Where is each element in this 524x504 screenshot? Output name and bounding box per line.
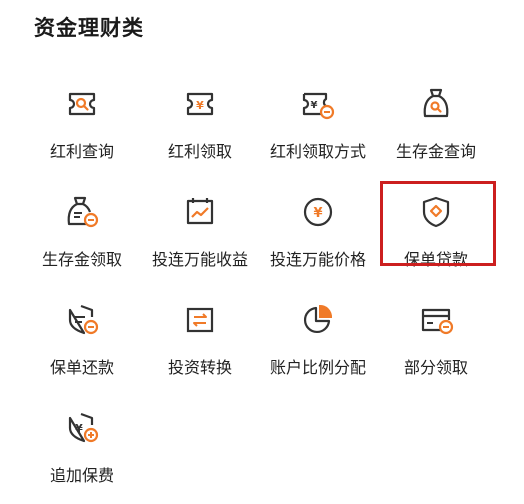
policy-repayment-icon bbox=[62, 300, 102, 340]
bonus-claim-icon: ¥ bbox=[180, 84, 220, 124]
investment-switch-icon bbox=[180, 300, 220, 340]
menu-item-label: 生存金查询 bbox=[395, 142, 476, 161]
survival-fund-query-icon bbox=[416, 84, 456, 124]
bonus-claim-method-icon: ¥ bbox=[298, 84, 338, 124]
menu-item-label: 部分领取 bbox=[403, 358, 468, 377]
menu-item-bonus-claim-method[interactable]: ¥ 红利领取方式 bbox=[259, 84, 377, 180]
partial-withdrawal-icon bbox=[416, 300, 456, 340]
menu-item-label: 生存金领取 bbox=[41, 250, 122, 269]
menu-item-label: 账户比例分配 bbox=[269, 358, 366, 377]
menu-item-label: 投连万能收益 bbox=[151, 250, 248, 269]
svg-text:¥: ¥ bbox=[313, 206, 322, 221]
menu-item-survival-fund-claim[interactable]: 生存金领取 bbox=[23, 192, 141, 288]
investment-price-icon: ¥ bbox=[298, 192, 338, 232]
menu-item-bonus-claim[interactable]: ¥ 红利领取 bbox=[141, 84, 259, 180]
investment-yield-icon bbox=[180, 192, 220, 232]
selection-highlight-box bbox=[380, 181, 496, 266]
svg-text:¥: ¥ bbox=[75, 422, 83, 435]
menu-item-label: 追加保费 bbox=[49, 466, 114, 485]
menu-item-label: 投连万能价格 bbox=[269, 250, 366, 269]
menu-item-policy-repayment[interactable]: 保单还款 bbox=[23, 300, 141, 396]
svg-text:¥: ¥ bbox=[196, 99, 204, 112]
menu-item-investment-switch[interactable]: 投资转换 bbox=[141, 300, 259, 396]
account-allocation-icon bbox=[298, 300, 338, 340]
menu-item-investment-yield[interactable]: 投连万能收益 bbox=[141, 192, 259, 288]
survival-fund-claim-icon bbox=[62, 192, 102, 232]
menu-item-account-allocation[interactable]: 账户比例分配 bbox=[259, 300, 377, 396]
menu-item-label: 红利领取 bbox=[167, 142, 232, 161]
menu-item-partial-withdrawal[interactable]: 部分领取 bbox=[377, 300, 495, 396]
bonus-query-icon bbox=[62, 84, 102, 124]
menu-item-label: 投资转换 bbox=[167, 358, 232, 377]
menu-item-survival-fund-query[interactable]: 生存金查询 bbox=[377, 84, 495, 180]
menu-item-label: 红利领取方式 bbox=[269, 142, 366, 161]
menu-item-label: 红利查询 bbox=[49, 142, 114, 161]
menu-item-additional-premium[interactable]: ¥ 追加保费 bbox=[23, 408, 141, 504]
additional-premium-icon: ¥ bbox=[62, 408, 102, 448]
menu-item-bonus-query[interactable]: 红利查询 bbox=[23, 84, 141, 180]
menu-item-investment-price[interactable]: ¥ 投连万能价格 bbox=[259, 192, 377, 288]
menu-item-label: 保单还款 bbox=[49, 358, 114, 377]
svg-text:¥: ¥ bbox=[311, 100, 318, 111]
